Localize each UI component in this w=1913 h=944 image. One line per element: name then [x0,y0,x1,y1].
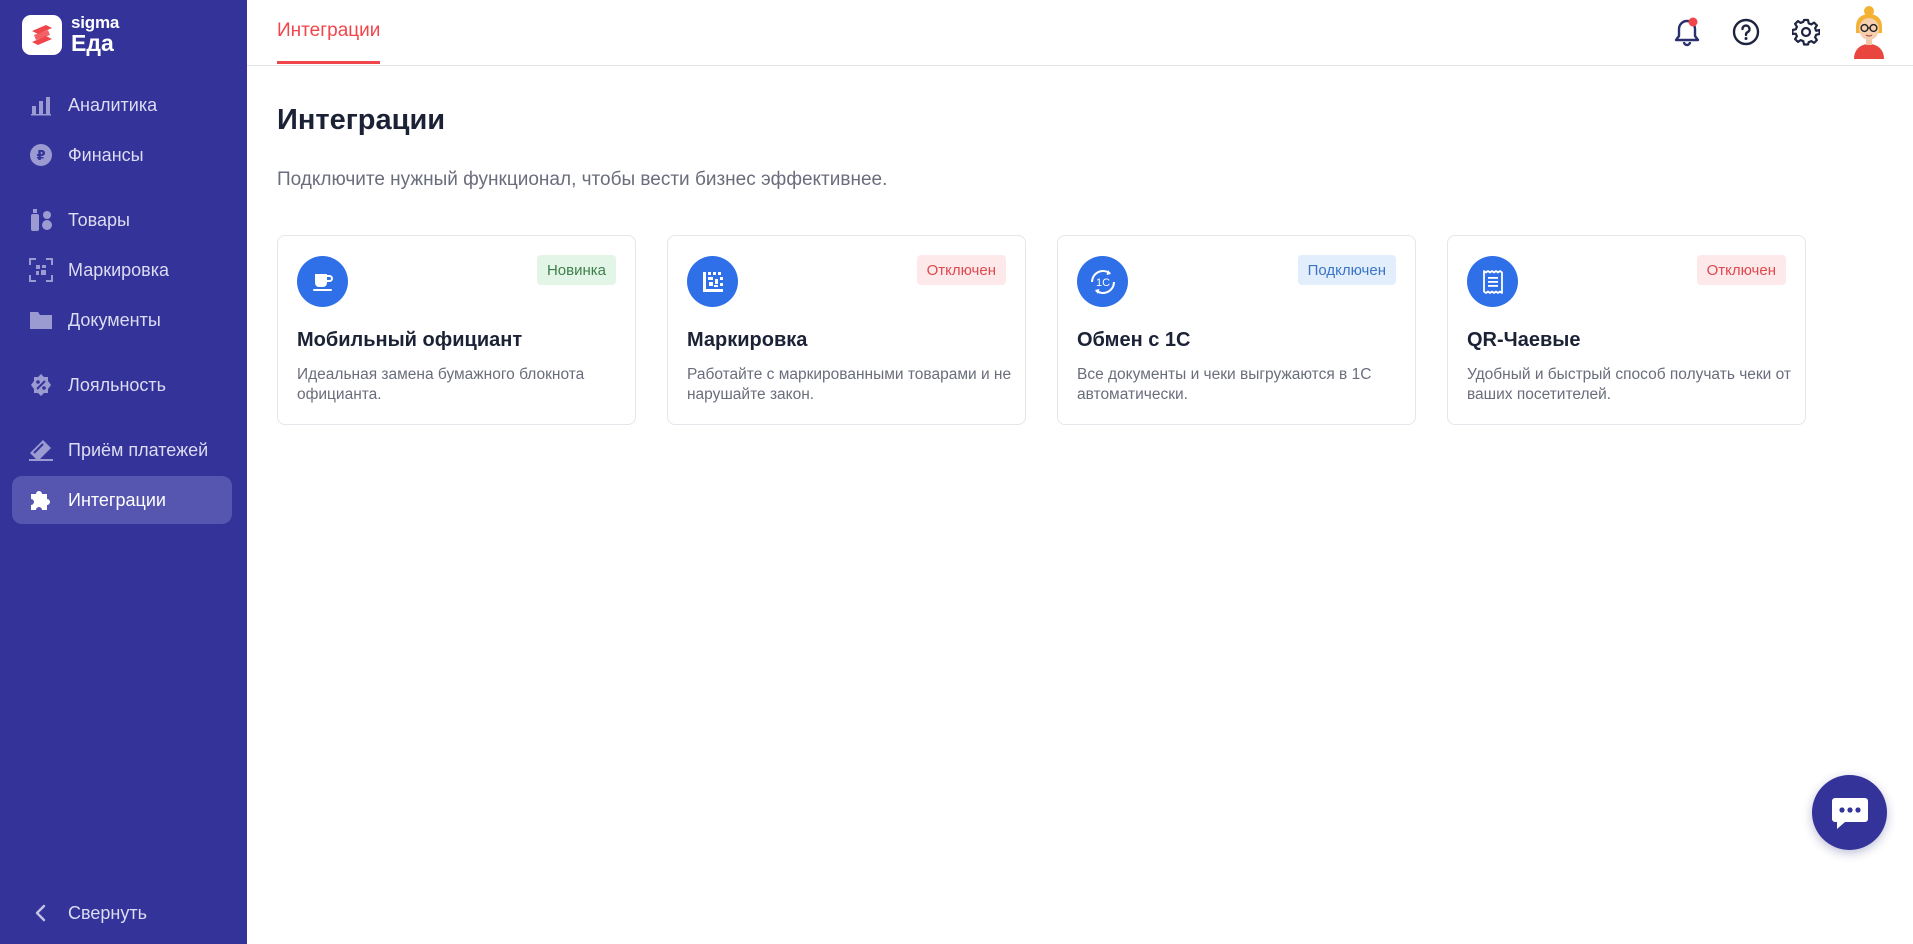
sidebar-item-label: Аналитика [68,94,158,115]
datamatrix-icon [687,256,738,307]
sync-1c-icon: 1C [1077,256,1128,307]
integration-card-qr-tips[interactable]: Отключен QR-Чаевые Удобный и быстрый спо… [1447,235,1806,425]
chevron-left-icon [28,900,54,926]
status-badge: Отключен [1696,255,1786,285]
card-title: QR-Чаевые [1467,329,1581,351]
collapse-label: Свернуть [68,902,147,923]
bell-icon[interactable] [1669,14,1705,50]
page-title: Интеграции [277,104,446,136]
card-payment-icon [28,437,54,463]
card-description: Идеальная замена бумажного блокнота офиц… [297,366,585,403]
card-description: Все документы и чеки выгружаются в 1С ав… [1077,366,1372,403]
status-badge: Новинка [536,255,616,285]
integration-card-1c-exchange[interactable]: 1C Подключен Обмен с 1С Все документы и … [1057,235,1416,425]
chat-button[interactable] [1812,775,1887,850]
sidebar: sigma Еда Аналитика ₽ Финансы Товары Мар… [0,0,247,944]
icon-text-1c: 1C [1095,277,1109,289]
sidebar-item-label: Лояльность [68,374,167,395]
sidebar-item-payments[interactable]: Приём платежей [12,426,232,474]
coffee-cup-icon [297,256,348,307]
status-badge: Подключен [1297,255,1396,285]
avatar[interactable] [1844,5,1894,59]
page-subtitle: Подключите нужный функционал, чтобы вест… [277,169,888,190]
sidebar-item-analytics[interactable]: Аналитика [12,81,232,129]
collapse-sidebar-button[interactable]: Свернуть [12,889,232,937]
top-header: Интеграции [247,0,1913,66]
card-description: Работайте с маркированными товарами и не… [687,366,1012,403]
brand-sigma: sigma [71,13,120,32]
logo[interactable]: sigma Еда [22,14,119,55]
sidebar-item-label: Маркировка [68,259,170,280]
puzzle-icon [28,487,54,513]
sidebar-item-label: Товары [68,209,130,230]
sidebar-item-label: Интеграции [68,489,166,510]
bar-chart-icon [28,92,54,118]
help-icon[interactable] [1728,14,1764,50]
sidebar-item-products[interactable]: Товары [12,196,232,244]
datamatrix-icon [28,257,54,283]
sidebar-item-integrations[interactable]: Интеграции [12,476,232,524]
sidebar-item-label: Приём платежей [68,439,209,460]
card-title: Мобильный официант [297,329,523,351]
card-title: Маркировка [687,329,808,351]
bottles-icon [28,207,54,233]
card-title: Обмен с 1С [1077,329,1191,351]
sidebar-item-finance[interactable]: ₽ Финансы [12,131,232,179]
brand-eda: Еда [71,30,114,56]
sidebar-item-label: Документы [68,309,161,330]
sidebar-item-documents[interactable]: Документы [12,296,232,344]
sidebar-item-marking[interactable]: Маркировка [12,246,232,294]
logo-mark-icon [22,14,62,55]
tab-integrations[interactable]: Интеграции [277,0,381,64]
status-badge: Отключен [916,255,1006,285]
sidebar-item-loyalty[interactable]: Лояльность [12,361,232,409]
chat-bubble-icon [1831,797,1868,829]
integration-card-marking[interactable]: Отключен Маркировка Работайте с маркиров… [667,235,1026,425]
integration-card-mobile-waiter[interactable]: Новинка Мобильный официант Идеальная зам… [277,235,636,425]
svg-text:₽: ₽ [36,149,45,164]
card-description: Удобный и быстрый способ получать чеки о… [1467,366,1792,403]
ruble-coin-icon: ₽ [28,142,54,168]
receipt-icon [1467,256,1518,307]
folder-icon [28,307,54,333]
discount-badge-icon [28,372,54,398]
sidebar-item-label: Финансы [68,144,144,165]
gear-icon[interactable] [1788,14,1824,50]
